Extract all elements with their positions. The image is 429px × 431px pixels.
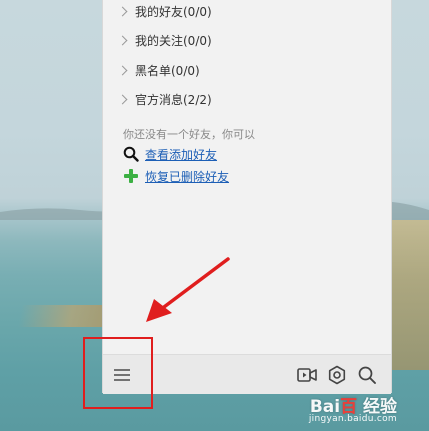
group-label: 黑名单(0/0) <box>135 63 200 78</box>
empty-friends-hint: 你还没有一个好友，你可以 <box>123 128 255 141</box>
reeds-left <box>18 305 107 327</box>
search-icon[interactable] <box>356 364 378 386</box>
restore-friend-label[interactable]: 恢复已删除好友 <box>145 168 229 185</box>
add-friend-label[interactable]: 查看添加好友 <box>145 146 217 163</box>
annotation-highlight-box <box>83 337 153 409</box>
watermark-url: jingyan.baidu.com <box>308 414 397 424</box>
plus-icon <box>124 169 138 183</box>
group-official-messages[interactable]: 官方消息(2/2) <box>117 88 212 110</box>
restore-friend-link[interactable]: 恢复已删除好友 <box>123 167 229 185</box>
group-label: 我的好友(0/0) <box>135 4 212 19</box>
chevron-right-icon <box>117 35 128 45</box>
group-my-friends[interactable]: 我的好友(0/0) <box>117 0 212 22</box>
search-icon <box>123 146 139 162</box>
group-my-following[interactable]: 我的关注(0/0) <box>117 29 212 51</box>
add-friend-link[interactable]: 查看添加好友 <box>123 145 217 163</box>
group-label: 官方消息(2/2) <box>135 92 212 107</box>
friends-panel: 我的好友(0/0) 我的关注(0/0) 黑名单(0/0) 官方消息(2/2) 你… <box>102 0 392 394</box>
chevron-right-icon <box>117 94 128 104</box>
chevron-right-icon <box>117 65 128 75</box>
chevron-right-icon <box>117 6 128 16</box>
settings-icon[interactable] <box>326 364 348 386</box>
group-blacklist[interactable]: 黑名单(0/0) <box>117 59 200 81</box>
video-icon[interactable] <box>296 364 318 386</box>
annotation-arrow <box>146 257 230 322</box>
group-label: 我的关注(0/0) <box>135 33 212 48</box>
